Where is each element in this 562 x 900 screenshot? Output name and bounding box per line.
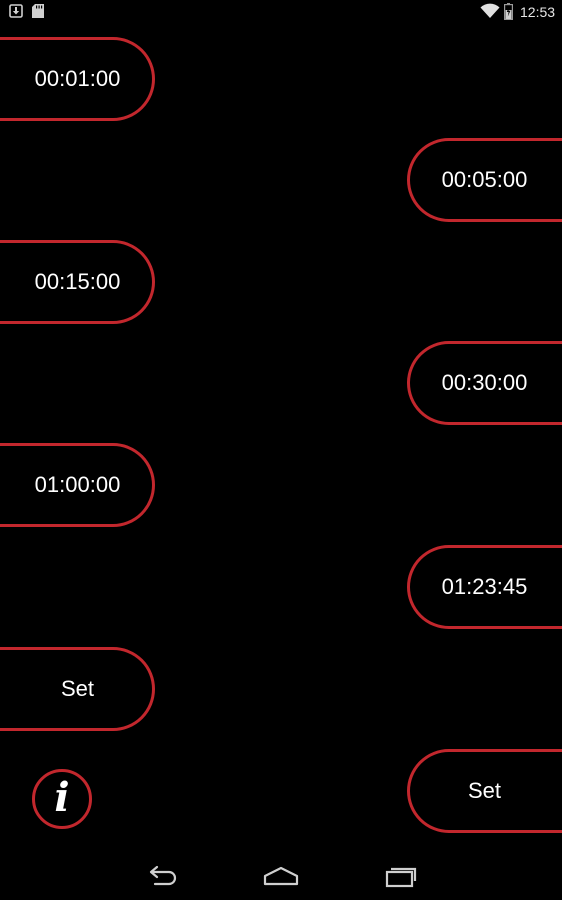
preset-button-4[interactable]: 00:30:00 (407, 341, 562, 425)
info-icon: i (54, 774, 70, 821)
info-button[interactable]: i (32, 769, 92, 829)
back-icon[interactable] (145, 864, 179, 888)
home-icon[interactable] (263, 864, 299, 888)
preset-button-2[interactable]: 00:05:00 (407, 138, 562, 222)
recent-apps-icon[interactable] (384, 864, 418, 888)
navigation-bar (0, 852, 562, 900)
preset-button-3[interactable]: 00:15:00 (0, 240, 155, 324)
set-button-left[interactable]: Set (0, 647, 155, 731)
preset-button-6[interactable]: 01:23:45 (407, 545, 562, 629)
wifi-icon (480, 3, 500, 19)
preset-button-1[interactable]: 00:01:00 (0, 37, 155, 121)
download-icon (9, 4, 23, 18)
timer-screen: 12:53 00:01:00 00:05:00 00:15:00 00:30:0… (0, 0, 562, 900)
status-clock: 12:53 (520, 4, 556, 20)
preset-button-5[interactable]: 01:00:00 (0, 443, 155, 527)
sd-card-icon (32, 4, 44, 18)
status-bar: 12:53 (0, 0, 562, 24)
set-button-right[interactable]: Set (407, 749, 562, 833)
battery-icon (504, 3, 513, 20)
